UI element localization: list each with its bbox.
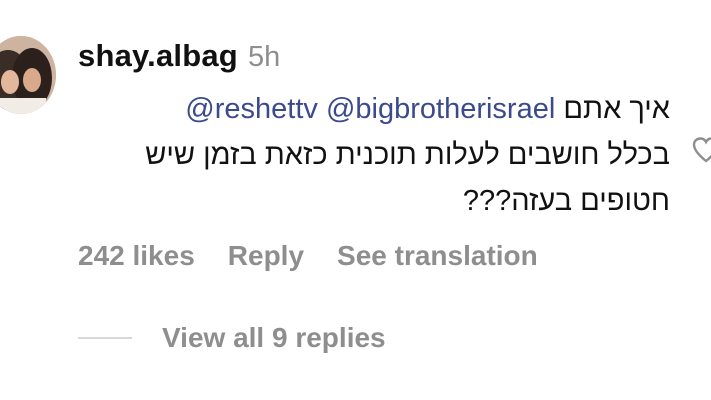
avatar-photo — [0, 36, 56, 114]
comment-line-1-text: איך אתם — [563, 93, 670, 125]
mention-bigbrotherisrael[interactable]: @bigbrotherisrael — [326, 93, 555, 125]
timestamp: 5h — [247, 41, 281, 73]
see-translation-button[interactable]: See translation — [337, 240, 538, 272]
comment-text: איך אתם @bigbrotherisrael @reshettv בכלל… — [78, 86, 670, 224]
replies-divider — [78, 337, 132, 339]
username[interactable]: shay.albag — [78, 38, 238, 74]
comment-line-1: איך אתם @bigbrotherisrael @reshettv — [78, 86, 670, 132]
comment-header: shay.albag 5h — [78, 38, 280, 78]
heart-outline-icon[interactable] — [692, 136, 711, 164]
view-replies-row[interactable]: View all 9 replies — [78, 322, 386, 354]
comment-line-2: בכלל חושבים לעלות תוכנית כזאת בזמן שיש — [145, 139, 670, 171]
comment-actions: 242 likes Reply See translation — [78, 240, 571, 272]
view-all-replies-button[interactable]: View all 9 replies — [162, 322, 386, 354]
avatar[interactable] — [0, 36, 56, 114]
comment: shay.albag 5h איך אתם @bigbrotherisrael … — [0, 0, 711, 400]
mention-reshettv[interactable]: @reshettv — [185, 93, 318, 125]
likes-count[interactable]: 242 likes — [78, 240, 195, 272]
comment-line-3: חטופים בעזה??? — [462, 185, 670, 217]
reply-button[interactable]: Reply — [228, 240, 304, 272]
